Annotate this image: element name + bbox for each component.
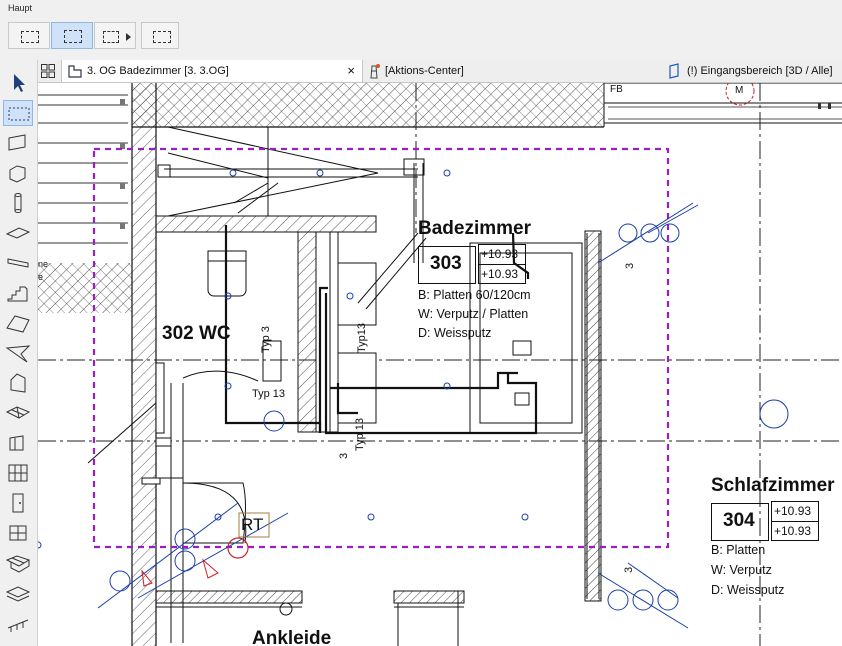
tab-badezimmer-plan[interactable]: 3. OG Badezimmer [3. 3.OG] ×: [61, 60, 363, 82]
select-mode-dropdown-button[interactable]: [94, 22, 136, 49]
badezimmer-wall: W: Verputz / Platten: [418, 307, 529, 321]
schlafzimmer-floor: B: Platten: [711, 543, 766, 557]
schlafzimmer-level-bottom: +10.93: [774, 524, 812, 538]
ankleide-room-name: Ankleide: [252, 628, 332, 646]
schlafzimmer-stamp[interactable]: 304 +10.93 +10.93: [711, 501, 821, 543]
typ13-label-a: Typ 13: [252, 388, 286, 400]
close-tab-icon[interactable]: ×: [347, 60, 355, 82]
curtain-wall-tool-icon[interactable]: [3, 460, 33, 486]
ne-label: ne: [38, 259, 49, 269]
cylinder-tool-icon[interactable]: [3, 190, 33, 216]
badezimmer-ceiling: D: Weissputz: [418, 326, 492, 340]
object-tool-icon[interactable]: [3, 430, 33, 456]
3d-box-icon: [669, 63, 679, 79]
tab-label: [Aktions-Center]: [385, 65, 464, 77]
select-mode-button-4[interactable]: [141, 22, 179, 49]
column-tool-icon[interactable]: [3, 160, 33, 186]
m-marker-label: M: [735, 85, 744, 96]
main-toolbar: Haupt: [0, 0, 842, 61]
dashed-rect-icon: [153, 31, 171, 43]
num3-label-b: 3: [624, 262, 636, 269]
schlafzimmer-room-name: Schlafzimmer: [711, 475, 835, 496]
floorplan-icon: [68, 65, 82, 78]
badezimmer-stamp[interactable]: 303 +10.93 +10.93: [418, 244, 526, 286]
skylight-tool-icon[interactable]: [3, 550, 33, 576]
tab-label: 3. OG Badezimmer [3. 3.OG]: [87, 65, 229, 77]
chevron-right-icon: [126, 33, 131, 41]
stair-tool-icon[interactable]: [3, 280, 33, 306]
rt-label: RT: [241, 515, 264, 534]
typ13-label-d: Typ13: [356, 323, 368, 353]
marquee-tool[interactable]: [3, 100, 33, 126]
wc-room-name: 302 WC: [162, 323, 231, 344]
railing-tool-icon[interactable]: [3, 610, 33, 636]
toolbar-title: Haupt: [8, 3, 33, 13]
tab-eingangsbereich-3d[interactable]: (!) Eingangsbereich [3D / Alle]: [661, 60, 842, 82]
select-mode-button-1[interactable]: [8, 22, 50, 49]
roof-tool-icon[interactable]: [3, 310, 33, 336]
dashed-rect-icon: [103, 31, 119, 43]
floorplan-drawing: [38, 83, 842, 646]
num3-label-c: 3: [623, 566, 635, 573]
select-mode-button-2[interactable]: [51, 22, 93, 49]
floorplan-canvas[interactable]: FB M ne e Badezimmer 303 +10.93 +10.93 B…: [38, 83, 842, 646]
toolbox: [0, 60, 38, 646]
zone-tool-icon[interactable]: [3, 580, 33, 606]
badezimmer-level-top: +10.93: [481, 247, 519, 261]
badezimmer-room-name: Badezimmer: [418, 218, 531, 239]
wall-tool[interactable]: [3, 130, 33, 156]
fb-label: FB: [610, 84, 623, 95]
schlafzimmer-wall: W: Verputz: [711, 563, 772, 577]
schlafzimmer-ceiling: D: Weissputz: [711, 583, 785, 597]
tab-bar: 3. OG Badezimmer [3. 3.OG] × [Aktions-Ce…: [37, 60, 842, 83]
badezimmer-floor: B: Platten 60/120cm: [418, 288, 531, 302]
typ3-label-a: Typ 3: [260, 326, 272, 353]
beam-tool-icon[interactable]: [3, 250, 33, 276]
tab-grid-icon[interactable]: [41, 64, 55, 78]
typ13-label-b: Typ 13: [354, 417, 366, 451]
arrow-tool[interactable]: [3, 70, 33, 96]
window-tool-icon[interactable]: [3, 520, 33, 546]
mesh-tool-icon[interactable]: [3, 400, 33, 426]
door-tool-icon[interactable]: [3, 490, 33, 516]
lighthouse-icon: [370, 64, 380, 79]
badezimmer-room-number: 303: [430, 253, 462, 274]
tab-aktions-center[interactable]: [Aktions-Center]: [363, 60, 643, 82]
slab-tool-icon[interactable]: [3, 220, 33, 246]
schlafzimmer-level-top: +10.93: [774, 504, 812, 518]
badezimmer-level-bottom: +10.93: [481, 267, 519, 281]
shell-tool-icon[interactable]: [3, 340, 33, 366]
tab-label: (!) Eingangsbereich [3D / Alle]: [687, 65, 833, 77]
num3-label-a: 3: [338, 452, 350, 459]
morph-tool-icon[interactable]: [3, 370, 33, 396]
dashed-rect-icon: [64, 30, 82, 43]
e-label: e: [38, 272, 44, 282]
schlafzimmer-room-number: 304: [723, 510, 755, 531]
dashed-rect-icon: [21, 31, 39, 43]
